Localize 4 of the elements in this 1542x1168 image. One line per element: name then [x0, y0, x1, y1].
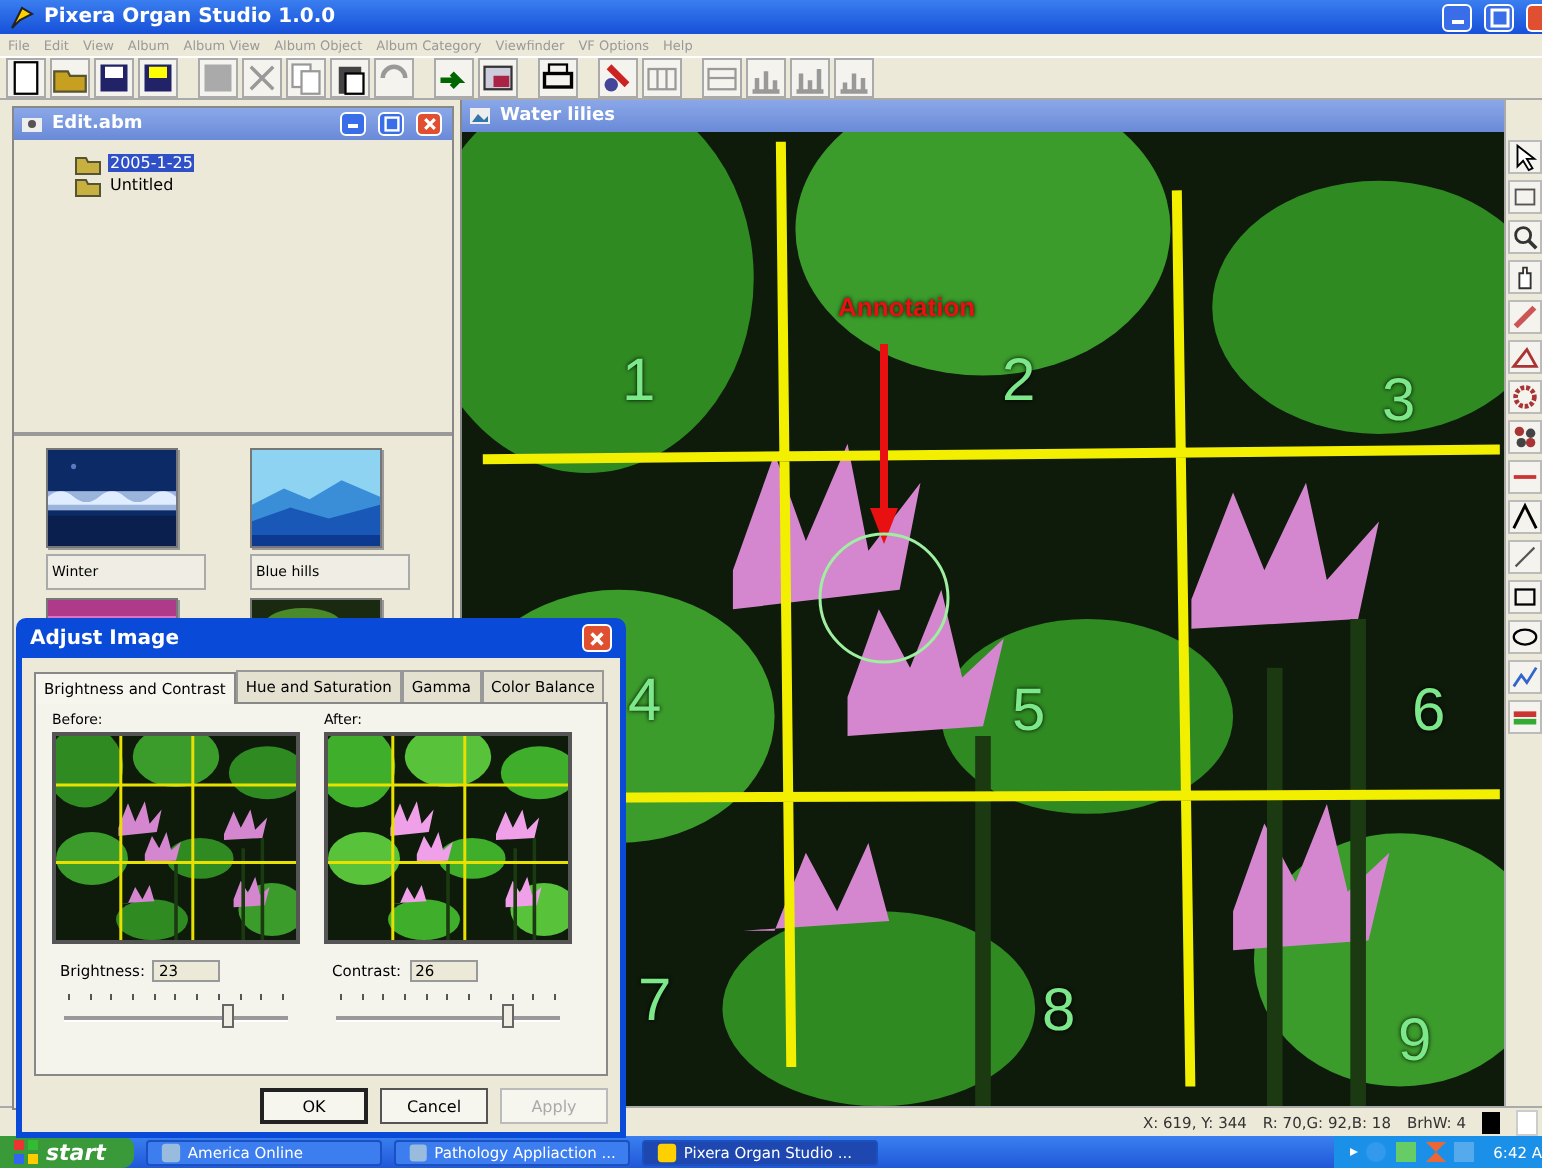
window-title: Pixera Organ Studio 1.0.0 — [44, 6, 336, 28]
dialog-title: Adjust Image — [30, 627, 179, 649]
window-title: Water lilies — [500, 106, 615, 126]
panel-title: Edit.abm — [52, 114, 143, 134]
